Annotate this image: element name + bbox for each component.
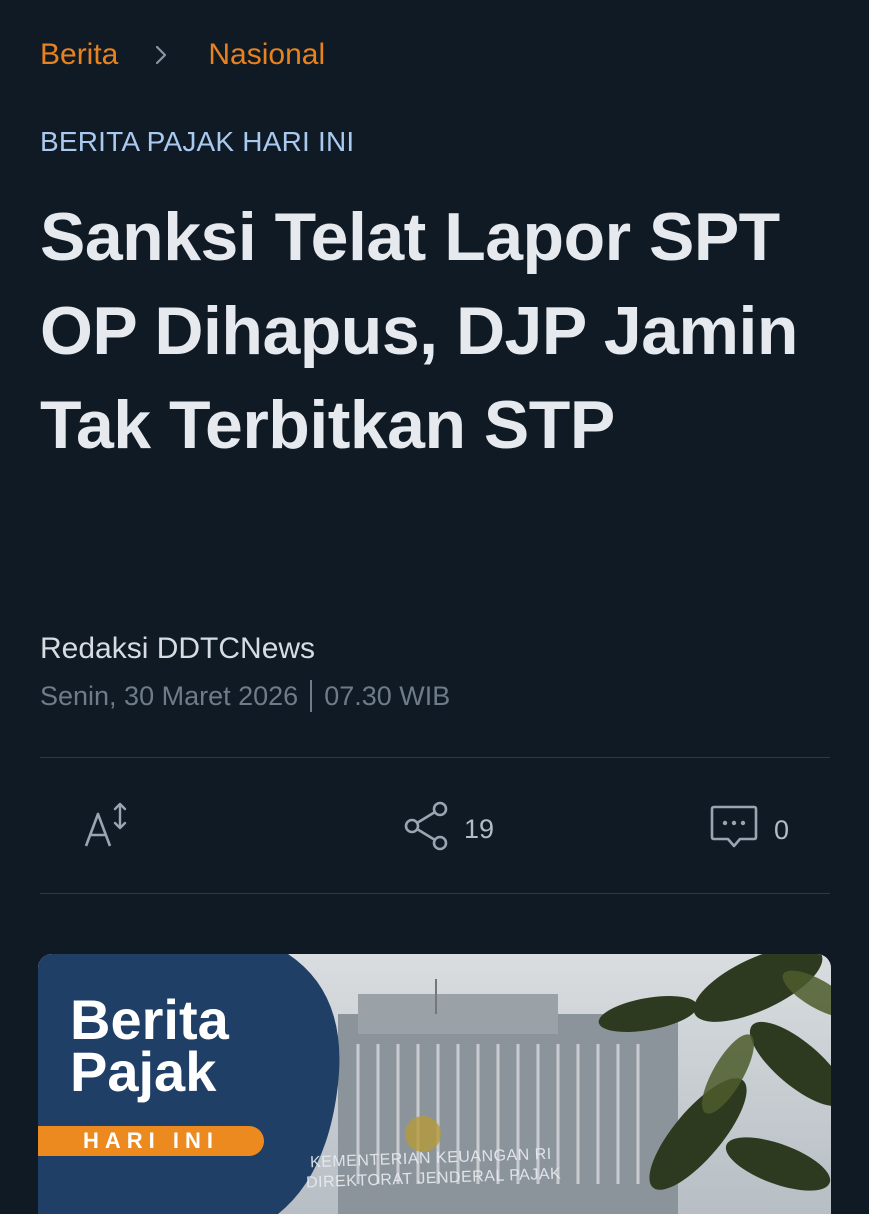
hero-badge: HARI INI bbox=[38, 1126, 264, 1156]
share-count: 19 bbox=[464, 814, 495, 844]
hero-title-line2: Pajak bbox=[70, 1040, 217, 1103]
breadcrumb-nasional[interactable]: Nasional bbox=[208, 38, 325, 72]
hero-image[interactable]: Berita Pajak HARI INI KEMENTERIAN KEUANG… bbox=[38, 954, 831, 1214]
article-datetime: Senin, 30 Maret 2026 07.30 WIB bbox=[40, 680, 450, 712]
comment-icon bbox=[708, 804, 760, 857]
article-title: Sanksi Telat Lapor SPT OP Dihapus, DJP J… bbox=[40, 199, 798, 463]
divider-bottom bbox=[40, 893, 830, 894]
breadcrumb: Berita Nasional bbox=[40, 38, 325, 72]
article-date: Senin, 30 Maret 2026 bbox=[40, 680, 299, 711]
chevron-right-icon bbox=[154, 43, 168, 67]
font-size-icon bbox=[82, 800, 132, 857]
share-icon bbox=[402, 800, 450, 859]
comment-button[interactable]: 0 bbox=[708, 804, 789, 857]
divider-top bbox=[40, 757, 830, 758]
hero-title-line1: Berita bbox=[70, 988, 229, 1051]
article-time: 07.30 WIB bbox=[324, 680, 451, 711]
share-button[interactable]: 19 bbox=[402, 800, 494, 859]
article-author[interactable]: Redaksi DDTCNews bbox=[40, 632, 315, 666]
comment-count: 0 bbox=[774, 815, 790, 845]
datetime-separator bbox=[310, 680, 313, 712]
font-size-button[interactable] bbox=[82, 800, 132, 857]
breadcrumb-berita[interactable]: Berita bbox=[40, 38, 118, 72]
article-category[interactable]: BERITA PAJAK HARI INI bbox=[40, 126, 354, 158]
